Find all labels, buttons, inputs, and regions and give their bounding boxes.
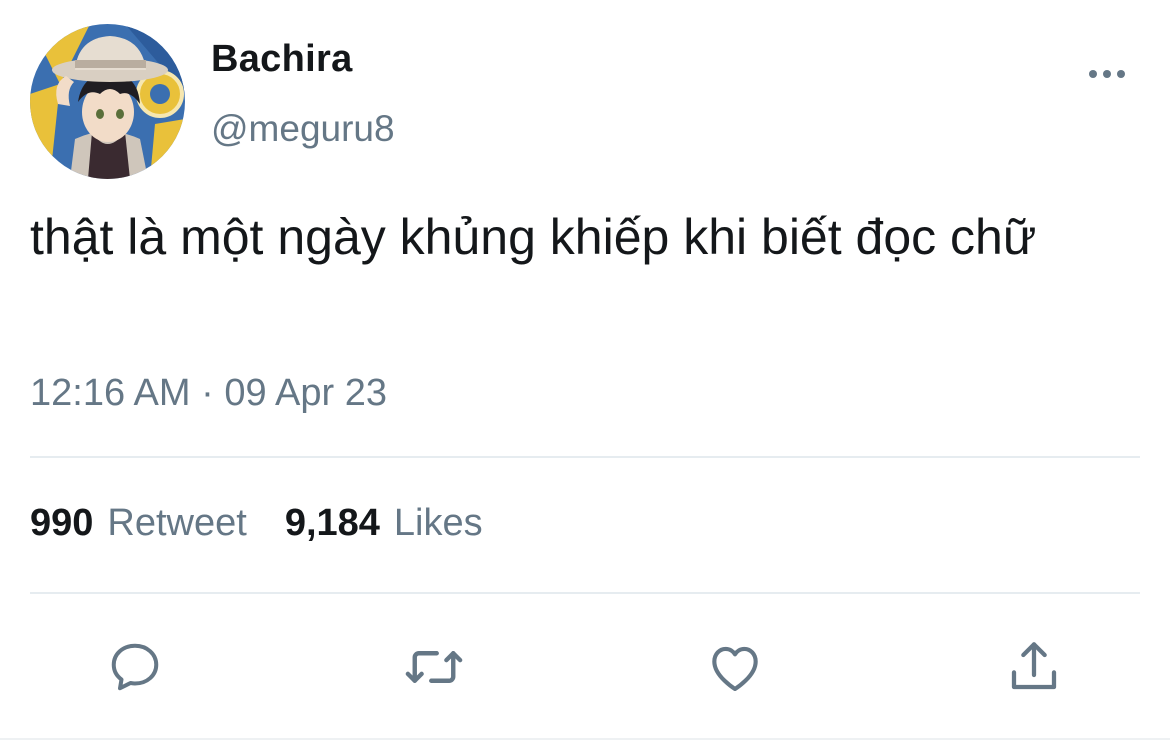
tweet-timestamp[interactable]: 12:16 AM · 09 Apr 23	[30, 372, 387, 415]
divider	[30, 456, 1140, 458]
tweet-detail: Bachira @meguru8 thật là một ngày khủng …	[0, 0, 1170, 756]
comment-icon	[111, 643, 159, 691]
retweet-button[interactable]	[401, 634, 467, 700]
engagement-stats: 990 Retweet 9,184 Likes	[30, 502, 483, 545]
likes-count: 9,184	[284, 502, 380, 544]
more-options-button[interactable]	[1080, 58, 1134, 90]
user-handle[interactable]: @meguru8	[211, 108, 395, 150]
heart-icon	[712, 646, 758, 692]
share-icon	[1011, 642, 1057, 690]
likes-stat[interactable]: 9,184 Likes	[285, 502, 483, 545]
retweet-label: Retweet	[107, 502, 247, 544]
avatar[interactable]	[30, 24, 185, 179]
divider	[30, 592, 1140, 594]
display-name[interactable]: Bachira	[211, 38, 353, 81]
more-dot-icon	[1089, 70, 1097, 78]
like-button[interactable]	[702, 634, 768, 700]
retweet-count: 990	[30, 502, 94, 544]
bottom-divider	[0, 738, 1170, 740]
more-dot-icon	[1103, 70, 1111, 78]
retweet-icon	[405, 651, 463, 683]
retweet-stat[interactable]: 990 Retweet	[30, 502, 247, 545]
likes-label: Likes	[393, 502, 483, 544]
tweet-text: thật là một ngày khủng khiếp khi biết đọ…	[30, 209, 1037, 265]
more-dot-icon	[1117, 70, 1125, 78]
share-button[interactable]	[1001, 634, 1067, 700]
avatar-illustration	[30, 24, 185, 179]
reply-button[interactable]	[102, 634, 168, 700]
